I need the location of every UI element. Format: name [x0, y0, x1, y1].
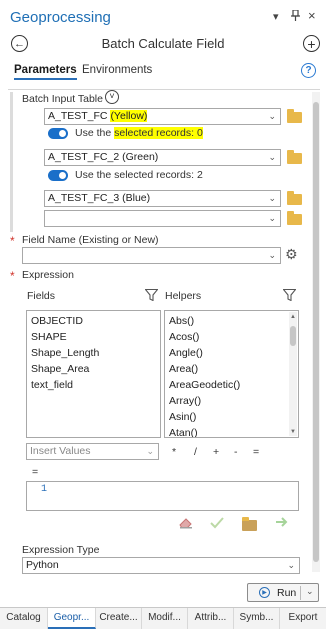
eraser-icon[interactable] — [178, 517, 193, 529]
row-3-name: A_TEST_FC_3 (Blue) — [48, 192, 151, 204]
line-number: 1 — [41, 484, 48, 495]
list-item[interactable]: Asin() — [165, 409, 298, 425]
batch-input-row-1[interactable]: A_TEST_FC (Yellow) ⌄ — [44, 108, 281, 125]
tab-geoprocessing[interactable]: Geopr... — [48, 608, 96, 629]
operator-equals-button[interactable]: = — [253, 446, 259, 458]
folder-icon[interactable] — [287, 150, 302, 164]
operator-minus-button[interactable]: - — [234, 446, 238, 458]
folder-icon[interactable] — [287, 191, 302, 205]
helpers-scrollbar[interactable]: ▲ ▼ — [289, 312, 297, 436]
options-dropdown-icon[interactable]: ▾ — [273, 10, 279, 23]
expression-type-label: Expression Type — [22, 544, 100, 556]
list-item[interactable]: OBJECTID — [27, 313, 160, 329]
gear-icon[interactable]: ⚙ — [285, 246, 298, 263]
list-item[interactable]: Abs() — [165, 313, 298, 329]
row-2-name: A_TEST_FC_2 (Green) — [48, 151, 159, 163]
tool-title: Batch Calculate Field — [101, 36, 225, 51]
run-options-icon[interactable]: ⌄ — [306, 586, 314, 597]
tab-catalog[interactable]: Catalog — [0, 608, 48, 629]
helpers-list[interactable]: Abs() Acos() Angle() Area() AreaGeodetic… — [164, 310, 299, 438]
play-icon: ▶ — [259, 587, 270, 598]
list-item[interactable]: SHAPE — [27, 329, 160, 345]
assign-label: = — [32, 466, 39, 478]
save-expression-icon[interactable] — [275, 516, 289, 528]
folder-icon[interactable] — [287, 109, 302, 123]
chevron-down-icon[interactable]: ⌄ — [268, 248, 276, 263]
chevron-down-icon[interactable]: ⌄ — [268, 211, 276, 226]
folder-icon[interactable] — [287, 211, 302, 225]
field-name-label: Field Name (Existing or New) — [22, 234, 159, 246]
tool-header: ← Batch Calculate Field + — [0, 34, 326, 58]
operator-divide-button[interactable]: / — [194, 446, 197, 458]
batch-input-label: Batch Input Table — [22, 93, 103, 105]
tab-bar: Parameters Environments — [0, 62, 326, 82]
add-icon[interactable]: + — [303, 35, 320, 52]
selected-records-toggle-2[interactable] — [48, 170, 68, 181]
run-label: Run — [277, 587, 297, 599]
expression-editor[interactable]: 1 — [26, 481, 299, 511]
panel-scrollbar[interactable] — [312, 92, 320, 572]
selected-records-label-2: Use the selected records: 2 — [75, 169, 203, 181]
list-item[interactable]: Shape_Area — [27, 361, 160, 377]
chevron-down-icon[interactable]: ⌄ — [268, 150, 276, 165]
tab-environments[interactable]: Environments — [82, 64, 152, 76]
help-icon[interactable]: ? — [301, 63, 316, 78]
list-item[interactable]: Shape_Length — [27, 345, 160, 361]
list-item[interactable]: Angle() — [165, 345, 298, 361]
list-item[interactable]: Array() — [165, 393, 298, 409]
tab-export[interactable]: Export — [280, 608, 326, 629]
tab-modify-features[interactable]: Modif... — [142, 608, 188, 629]
operator-multiply-button[interactable]: * — [172, 446, 176, 458]
operator-plus-button[interactable]: + — [213, 446, 219, 458]
tab-attributes[interactable]: Attrib... — [188, 608, 234, 629]
chevron-down-icon[interactable]: ⌄ — [268, 191, 276, 206]
list-item[interactable]: Atan() — [165, 425, 298, 437]
fields-list[interactable]: OBJECTID SHAPE Shape_Length Shape_Area t… — [26, 310, 161, 438]
required-marker: * — [10, 269, 15, 283]
title-bar: Geoprocessing ▾ × — [0, 0, 326, 34]
expand-icon[interactable]: ˅ — [105, 90, 119, 104]
chevron-down-icon[interactable]: ⌄ — [287, 558, 295, 573]
expression-label: Expression — [22, 269, 74, 281]
row-1-name-highlight: (Yellow) — [110, 110, 148, 122]
selected-records-toggle-1[interactable] — [48, 128, 68, 139]
tab-parameters[interactable]: Parameters — [14, 64, 77, 80]
pin-icon[interactable] — [291, 9, 300, 24]
expression-type-select[interactable]: Python ⌄ — [22, 557, 300, 574]
required-marker: * — [10, 234, 15, 248]
row-1-name: A_TEST_FC — [48, 110, 111, 122]
field-name-input[interactable]: ⌄ — [22, 247, 281, 264]
bottom-tab-bar: Catalog Geopr... Create... Modif... Attr… — [0, 607, 326, 629]
list-item[interactable]: Area() — [165, 361, 298, 377]
verify-icon[interactable] — [210, 517, 224, 529]
tab-create-features[interactable]: Create... — [96, 608, 142, 629]
filter-icon[interactable] — [145, 289, 158, 301]
chevron-down-icon[interactable]: ⌄ — [268, 109, 276, 124]
window-title: Geoprocessing — [10, 9, 111, 26]
helpers-label: Helpers — [165, 290, 202, 302]
batch-group-bar — [10, 92, 13, 232]
batch-input-row-3[interactable]: A_TEST_FC_3 (Blue) ⌄ — [44, 190, 281, 207]
run-button[interactable]: ▶ Run ⌄ — [247, 583, 319, 602]
list-item[interactable]: Acos() — [165, 329, 298, 345]
close-icon[interactable]: × — [308, 8, 316, 23]
tab-symbology[interactable]: Symb... — [234, 608, 280, 629]
filter-icon[interactable] — [283, 289, 296, 301]
insert-values-dropdown[interactable]: Insert Values ⌄ — [26, 443, 159, 460]
list-item[interactable]: text_field — [27, 377, 160, 393]
chevron-down-icon[interactable]: ⌄ — [146, 444, 154, 459]
fields-label: Fields — [27, 290, 56, 302]
batch-input-row-2[interactable]: A_TEST_FC_2 (Green) ⌄ — [44, 149, 281, 166]
batch-input-row-empty[interactable]: ⌄ — [44, 210, 281, 227]
list-item[interactable]: AreaGeodetic() — [165, 377, 298, 393]
selected-records-label-1: Use the selected records: 0 — [75, 127, 203, 139]
folder-open-icon[interactable] — [242, 517, 257, 531]
